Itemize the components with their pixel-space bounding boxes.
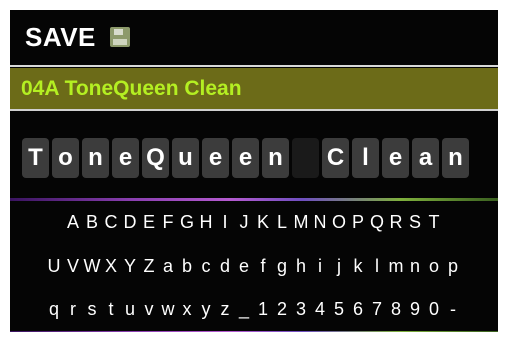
- preset-label: 04A ToneQueen Clean: [21, 76, 242, 100]
- keyboard-key[interactable]: Q: [368, 212, 387, 233]
- keyboard-key[interactable]: k: [349, 256, 368, 277]
- glow-divider: [10, 331, 498, 332]
- keyboard-key[interactable]: Z: [140, 256, 159, 277]
- keyboard-key[interactable]: 1: [254, 299, 273, 320]
- name-editor: ToneQueen Clean: [22, 138, 469, 178]
- keyboard-key[interactable]: N: [311, 212, 330, 233]
- floppy-disk-icon: [109, 27, 130, 47]
- keyboard-key[interactable]: X: [102, 256, 121, 277]
- save-screen: SAVE 04A ToneQueen Clean ToneQueen Clean…: [10, 10, 498, 332]
- keyboard-key[interactable]: a: [159, 256, 178, 277]
- keyboard-key[interactable]: p: [444, 256, 463, 277]
- keyboard-key[interactable]: z: [216, 299, 235, 320]
- keyboard-key[interactable]: h: [292, 256, 311, 277]
- keyboard-key[interactable]: T: [425, 212, 444, 233]
- keyboard-key[interactable]: S: [406, 212, 425, 233]
- name-char-slot[interactable]: e: [202, 138, 229, 178]
- divider: [10, 109, 498, 111]
- keyboard-key[interactable]: H: [197, 212, 216, 233]
- keyboard-key[interactable]: 7: [368, 299, 387, 320]
- keyboard-key[interactable]: 2: [273, 299, 292, 320]
- name-char-slot[interactable]: l: [352, 138, 379, 178]
- keyboard-key[interactable]: W: [83, 256, 102, 277]
- name-char-slot[interactable]: e: [112, 138, 139, 178]
- keyboard-key[interactable]: M: [292, 212, 311, 233]
- keyboard-key[interactable]: 5: [330, 299, 349, 320]
- keyboard-key[interactable]: K: [254, 212, 273, 233]
- keyboard-row-3: q r s t u v w x y z _ 1 2 3 4 5 6 7 8 9 0-: [10, 299, 498, 320]
- keyboard-key[interactable]: q: [45, 299, 64, 320]
- keyboard-key[interactable]: E: [140, 212, 159, 233]
- preset-bar[interactable]: 04A ToneQueen Clean: [10, 68, 498, 109]
- name-char-slot[interactable]: e: [382, 138, 409, 178]
- page-title: SAVE: [25, 21, 96, 52]
- keyboard-key[interactable]: D: [121, 212, 140, 233]
- name-char-slot[interactable]: n: [262, 138, 289, 178]
- keyboard-key[interactable]: R: [387, 212, 406, 233]
- divider: [10, 65, 498, 67]
- keyboard-key[interactable]: V: [64, 256, 83, 277]
- name-char-slot[interactable]: u: [172, 138, 199, 178]
- name-char-slot[interactable]: n: [82, 138, 109, 178]
- keyboard-key[interactable]: x: [178, 299, 197, 320]
- keyboard-key[interactable]: Y: [121, 256, 140, 277]
- name-char-slot[interactable]: C: [322, 138, 349, 178]
- glow-divider: [10, 198, 498, 201]
- keyboard-key[interactable]: 4: [311, 299, 330, 320]
- keyboard-key[interactable]: b: [178, 256, 197, 277]
- keyboard-key[interactable]: 0: [425, 299, 444, 320]
- keyboard-key[interactable]: m: [387, 256, 406, 277]
- keyboard-key[interactable]: _: [235, 299, 254, 320]
- keyboard-row-2: UVWXYZabcdefghijklmnop: [10, 256, 498, 277]
- keyboard-key[interactable]: A: [64, 212, 83, 233]
- keyboard-key[interactable]: B: [83, 212, 102, 233]
- keyboard-key[interactable]: J: [235, 212, 254, 233]
- keyboard-key[interactable]: L: [273, 212, 292, 233]
- name-char-slot[interactable]: n: [442, 138, 469, 178]
- keyboard-key[interactable]: o: [425, 256, 444, 277]
- name-char-slot[interactable]: o: [52, 138, 79, 178]
- keyboard-key[interactable]: f: [254, 256, 273, 277]
- keyboard-key[interactable]: i: [311, 256, 330, 277]
- keyboard-key[interactable]: u: [121, 299, 140, 320]
- keyboard-key[interactable]: e: [235, 256, 254, 277]
- keyboard-key[interactable]: l: [368, 256, 387, 277]
- keyboard-key[interactable]: t: [102, 299, 121, 320]
- keyboard-key[interactable]: c: [197, 256, 216, 277]
- keyboard-key[interactable]: n: [406, 256, 425, 277]
- keyboard-key[interactable]: d: [216, 256, 235, 277]
- name-char-slot[interactable]: Q: [142, 138, 169, 178]
- keyboard-key[interactable]: I: [216, 212, 235, 233]
- keyboard-key[interactable]: j: [330, 256, 349, 277]
- keyboard-key[interactable]: r: [64, 299, 83, 320]
- keyboard-key[interactable]: G: [178, 212, 197, 233]
- keyboard-key[interactable]: U: [45, 256, 64, 277]
- keyboard-key[interactable]: 6: [349, 299, 368, 320]
- keyboard-key[interactable]: g: [273, 256, 292, 277]
- keyboard-key[interactable]: 8: [387, 299, 406, 320]
- header: SAVE: [10, 10, 498, 64]
- name-char-slot[interactable]: e: [232, 138, 259, 178]
- keyboard-key[interactable]: O: [330, 212, 349, 233]
- name-char-slot[interactable]: [292, 138, 319, 178]
- keyboard-key[interactable]: -: [444, 299, 463, 320]
- name-char-slot[interactable]: T: [22, 138, 49, 178]
- keyboard-row-1: ABCDEFGHIJKLMNOPQRST: [10, 212, 498, 233]
- keyboard-key[interactable]: v: [140, 299, 159, 320]
- keyboard-key[interactable]: 3: [292, 299, 311, 320]
- name-char-slot[interactable]: a: [412, 138, 439, 178]
- keyboard-key[interactable]: P: [349, 212, 368, 233]
- keyboard-key[interactable]: 9: [406, 299, 425, 320]
- keyboard-key[interactable]: C: [102, 212, 121, 233]
- keyboard-key[interactable]: w: [159, 299, 178, 320]
- keyboard-key[interactable]: F: [159, 212, 178, 233]
- keyboard-key[interactable]: y: [197, 299, 216, 320]
- keyboard-key[interactable]: s: [83, 299, 102, 320]
